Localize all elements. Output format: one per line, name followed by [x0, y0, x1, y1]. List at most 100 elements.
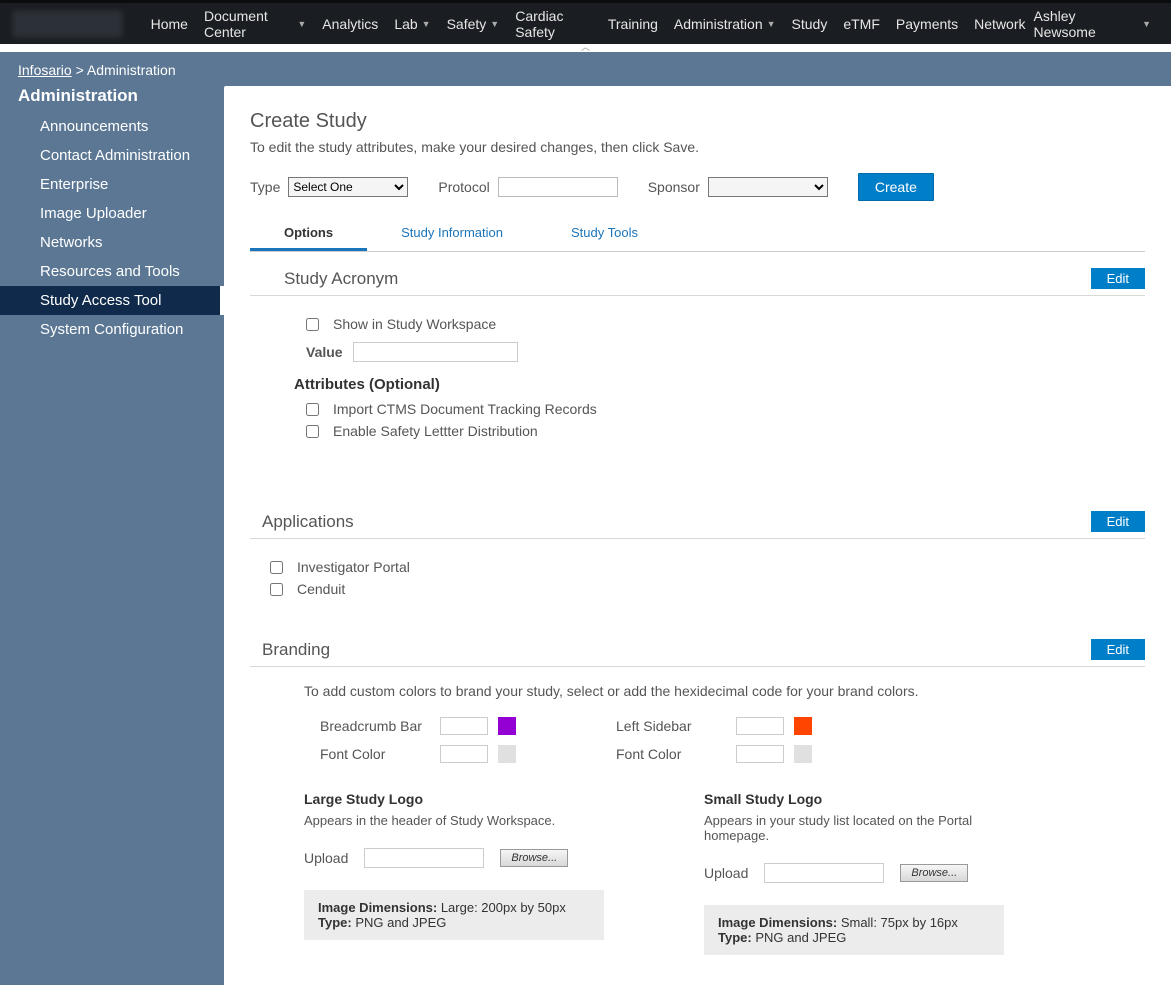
user-name: Ashley Newsome [1034, 8, 1138, 40]
applications-title: Applications [262, 512, 354, 532]
breadcrumb-current: Administration [87, 62, 176, 78]
protocol-input[interactable] [498, 177, 618, 197]
edit-acronym-button[interactable]: Edit [1091, 268, 1145, 289]
font1-color-swatch[interactable] [498, 745, 516, 763]
sidebar-item-study-access-tool[interactable]: Study Access Tool [0, 286, 224, 315]
tab-study-tools[interactable]: Study Tools [537, 217, 672, 251]
nav-training[interactable]: Training [600, 2, 666, 46]
nav-etmf[interactable]: eTMF [835, 2, 888, 46]
sidebar-item-enterprise[interactable]: Enterprise [0, 170, 224, 199]
nav-lab[interactable]: Lab▼ [386, 2, 438, 46]
large-browse-button[interactable]: Browse... [500, 849, 568, 867]
small-dim-value: Small: 75px by 16px [837, 915, 958, 930]
sidebar-item-announcements[interactable]: Announcements [0, 112, 224, 141]
page-desc: To edit the study attributes, make your … [250, 139, 1145, 155]
small-upload-label: Upload [704, 865, 748, 881]
sidebar-item-resources-and-tools[interactable]: Resources and Tools [0, 257, 224, 286]
top-nav: HomeDocument Center▼AnalyticsLab▼Safety▼… [143, 2, 1034, 46]
enable-safety-label: Enable Safety Lettter Distribution [333, 423, 538, 439]
nav-document-center[interactable]: Document Center▼ [196, 2, 314, 46]
nav-analytics[interactable]: Analytics [314, 2, 386, 46]
large-dim-value: Large: 200px by 50px [437, 900, 566, 915]
sponsor-label: Sponsor [648, 179, 700, 195]
acronym-value-label: Value [306, 344, 343, 360]
nav-home[interactable]: Home [143, 2, 196, 46]
chevron-down-icon: ▼ [1142, 19, 1151, 29]
font2-color-label: Font Color [616, 746, 726, 762]
nav-network[interactable]: Network [966, 2, 1033, 46]
create-button[interactable]: Create [858, 173, 934, 201]
chevron-down-icon: ▼ [297, 19, 306, 29]
show-workspace-label: Show in Study Workspace [333, 316, 496, 332]
attributes-optional-title: Attributes (Optional) [294, 376, 1145, 393]
small-logo-title: Small Study Logo [704, 791, 1004, 807]
app-label-cenduit: Cenduit [297, 581, 345, 597]
edit-branding-button[interactable]: Edit [1091, 639, 1145, 660]
breadcrumb: Infosario > Administration [18, 62, 176, 78]
large-type-label: Type: [318, 915, 352, 930]
large-logo-block: Large Study Logo Appears in the header o… [304, 791, 604, 955]
nav-administration[interactable]: Administration▼ [666, 2, 784, 46]
app-label-investigator-portal: Investigator Portal [297, 559, 410, 575]
section-branding: Branding Edit To add custom colors to br… [250, 633, 1145, 955]
branding-title: Branding [262, 640, 330, 660]
nav-study[interactable]: Study [784, 2, 836, 46]
enable-safety-checkbox[interactable] [306, 425, 319, 438]
nav-payments[interactable]: Payments [888, 2, 966, 46]
sponsor-select[interactable] [708, 177, 828, 197]
breadcrumb-color-input[interactable] [440, 717, 488, 735]
sidebar: Administration AnnouncementsContact Admi… [0, 86, 224, 985]
leftsidebar-color-input[interactable] [736, 717, 784, 735]
large-dim-box: Image Dimensions: Large: 200px by 50px T… [304, 890, 604, 940]
leftsidebar-color-label: Left Sidebar [616, 718, 726, 734]
chevron-down-icon: ▼ [767, 19, 776, 29]
font1-color-input[interactable] [440, 745, 488, 763]
sidebar-item-image-uploader[interactable]: Image Uploader [0, 199, 224, 228]
protocol-label: Protocol [438, 179, 489, 195]
tabs: OptionsStudy InformationStudy Tools [250, 217, 1145, 252]
sidebar-item-networks[interactable]: Networks [0, 228, 224, 257]
small-upload-input[interactable] [764, 863, 884, 883]
tab-study-information[interactable]: Study Information [367, 217, 537, 251]
sidebar-item-contact-administration[interactable]: Contact Administration [0, 141, 224, 170]
nav-cardiac-safety[interactable]: Cardiac Safety [507, 2, 600, 46]
sidebar-title: Administration [0, 86, 224, 112]
acronym-value-input[interactable] [353, 342, 518, 362]
font2-color-input[interactable] [736, 745, 784, 763]
app-checkbox-cenduit[interactable] [270, 583, 283, 596]
small-dim-label: Image Dimensions: [718, 915, 837, 930]
large-logo-desc: Appears in the header of Study Workspace… [304, 813, 604, 828]
breadcrumb-sep: > [76, 62, 84, 78]
type-select[interactable]: Select One [288, 177, 408, 197]
chevron-down-icon: ▼ [422, 19, 431, 29]
font2-color-swatch[interactable] [794, 745, 812, 763]
large-upload-input[interactable] [364, 848, 484, 868]
breadcrumb-color-swatch[interactable] [498, 717, 516, 735]
section-study-acronym: Study Acronym Edit Show in Study Workspa… [250, 262, 1145, 455]
nav-safety[interactable]: Safety▼ [439, 2, 508, 46]
section-applications: Applications Edit Investigator Portal Cen… [250, 505, 1145, 613]
app-checkbox-investigator-portal[interactable] [270, 561, 283, 574]
font1-color-label: Font Color [320, 746, 430, 762]
breadcrumb-color-label: Breadcrumb Bar [320, 718, 430, 734]
app-logo [12, 10, 123, 38]
edit-applications-button[interactable]: Edit [1091, 511, 1145, 532]
main-content: Create Study To edit the study attribute… [224, 86, 1171, 985]
topbar: HomeDocument Center▼AnalyticsLab▼Safety▼… [0, 0, 1171, 44]
tab-options[interactable]: Options [250, 217, 367, 251]
small-logo-block: Small Study Logo Appears in your study l… [704, 791, 1004, 955]
small-dim-box: Image Dimensions: Small: 75px by 16px Ty… [704, 905, 1004, 955]
breadcrumb-root[interactable]: Infosario [18, 62, 72, 78]
page-title: Create Study [250, 110, 1145, 133]
sidebar-item-system-configuration[interactable]: System Configuration [0, 315, 224, 344]
show-workspace-checkbox[interactable] [306, 318, 319, 331]
small-type-label: Type: [718, 930, 752, 945]
import-ctms-label: Import CTMS Document Tracking Records [333, 401, 597, 417]
chevron-down-icon: ▼ [490, 19, 499, 29]
small-browse-button[interactable]: Browse... [900, 864, 968, 882]
leftsidebar-color-swatch[interactable] [794, 717, 812, 735]
import-ctms-checkbox[interactable] [306, 403, 319, 416]
user-menu[interactable]: Ashley Newsome ▼ [1034, 8, 1159, 40]
small-type-value: PNG and JPEG [752, 930, 847, 945]
large-dim-label: Image Dimensions: [318, 900, 437, 915]
